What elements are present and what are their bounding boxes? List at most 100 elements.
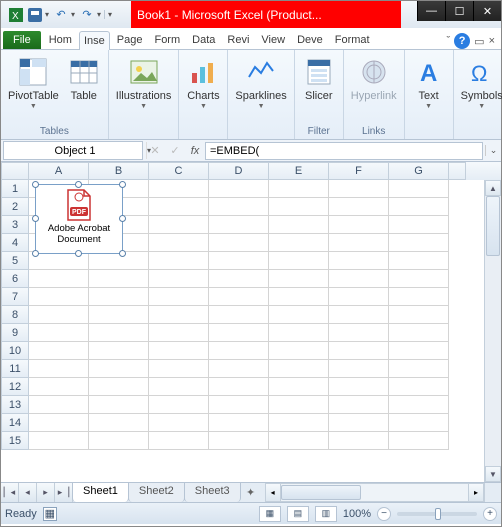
tab-page[interactable]: Page xyxy=(112,30,148,49)
cell-D7[interactable] xyxy=(209,288,269,306)
cell-D2[interactable] xyxy=(209,198,269,216)
scroll-left-icon[interactable]: ◂ xyxy=(265,483,281,502)
formula-input[interactable] xyxy=(205,142,483,160)
cell-D13[interactable] xyxy=(209,396,269,414)
minimize-button[interactable]: — xyxy=(417,1,445,21)
column-header-G[interactable]: G xyxy=(389,162,449,180)
expand-formula-bar[interactable]: ⌄ xyxy=(485,145,501,156)
row-header-8[interactable]: 8 xyxy=(1,306,29,324)
row-header-6[interactable]: 6 xyxy=(1,270,29,288)
symbols-button[interactable]: ΩSymbols▼ xyxy=(458,54,502,112)
column-header-F[interactable]: F xyxy=(329,162,389,180)
help-icon[interactable]: ? xyxy=(454,33,470,49)
column-header-E[interactable]: E xyxy=(269,162,329,180)
cell-E11[interactable] xyxy=(269,360,329,378)
cell-F15[interactable] xyxy=(329,432,389,450)
cell-E12[interactable] xyxy=(269,378,329,396)
cell-F1[interactable] xyxy=(329,180,389,198)
cell-B12[interactable] xyxy=(89,378,149,396)
cell-E7[interactable] xyxy=(269,288,329,306)
tab-format[interactable]: Format xyxy=(330,30,375,49)
cell-D4[interactable] xyxy=(209,234,269,252)
maximize-button[interactable]: ☐ xyxy=(445,1,473,21)
fx-icon[interactable]: fx xyxy=(185,145,205,157)
cell-C5[interactable] xyxy=(149,252,209,270)
cell-C12[interactable] xyxy=(149,378,209,396)
cell-E4[interactable] xyxy=(269,234,329,252)
horizontal-scrollbar[interactable]: ◂ ▸ xyxy=(265,483,484,502)
page-break-view-icon[interactable]: ▥ xyxy=(315,506,337,522)
cell-A7[interactable] xyxy=(29,288,89,306)
sheet-tab-sheet2[interactable]: Sheet2 xyxy=(128,482,185,502)
cell-C2[interactable] xyxy=(149,198,209,216)
cell-F7[interactable] xyxy=(329,288,389,306)
cell-G4[interactable] xyxy=(389,234,449,252)
cancel-formula-icon[interactable]: ✕ xyxy=(145,144,165,157)
cell-F12[interactable] xyxy=(329,378,389,396)
column-header-C[interactable]: C xyxy=(149,162,209,180)
cell-C13[interactable] xyxy=(149,396,209,414)
cell-G9[interactable] xyxy=(389,324,449,342)
cell-E5[interactable] xyxy=(269,252,329,270)
cell-D14[interactable] xyxy=(209,414,269,432)
cell-D6[interactable] xyxy=(209,270,269,288)
cell-D10[interactable] xyxy=(209,342,269,360)
undo-dd[interactable]: ▾ xyxy=(71,10,77,19)
sheet-nav-next-icon[interactable]: ▸ xyxy=(37,483,55,502)
cell-G5[interactable] xyxy=(389,252,449,270)
row-header-11[interactable]: 11 xyxy=(1,360,29,378)
cell-D12[interactable] xyxy=(209,378,269,396)
sheet-nav-first-icon[interactable]: ▏◂ xyxy=(1,483,19,502)
cell-E3[interactable] xyxy=(269,216,329,234)
row-header-14[interactable]: 14 xyxy=(1,414,29,432)
accept-formula-icon[interactable]: ✓ xyxy=(165,144,185,157)
cell-B7[interactable] xyxy=(89,288,149,306)
cell-A8[interactable] xyxy=(29,306,89,324)
column-header-B[interactable]: B xyxy=(89,162,149,180)
cell-G8[interactable] xyxy=(389,306,449,324)
undo-icon[interactable]: ↶ xyxy=(52,6,70,24)
cell-G3[interactable] xyxy=(389,216,449,234)
row-header-4[interactable]: 4 xyxy=(1,234,29,252)
cell-A9[interactable] xyxy=(29,324,89,342)
row-header-5[interactable]: 5 xyxy=(1,252,29,270)
cell-A15[interactable] xyxy=(29,432,89,450)
row-header-3[interactable]: 3 xyxy=(1,216,29,234)
sheet-tab-sheet3[interactable]: Sheet3 xyxy=(184,482,241,502)
cell-E14[interactable] xyxy=(269,414,329,432)
cell-F4[interactable] xyxy=(329,234,389,252)
cell-C9[interactable] xyxy=(149,324,209,342)
cell-C10[interactable] xyxy=(149,342,209,360)
macro-record-icon[interactable]: ▦ xyxy=(43,507,57,521)
row-header-12[interactable]: 12 xyxy=(1,378,29,396)
zoom-out-icon[interactable]: − xyxy=(377,507,391,521)
cell-F9[interactable] xyxy=(329,324,389,342)
cell-B11[interactable] xyxy=(89,360,149,378)
cell-D3[interactable] xyxy=(209,216,269,234)
cell-D15[interactable] xyxy=(209,432,269,450)
cell-A14[interactable] xyxy=(29,414,89,432)
file-tab[interactable]: File xyxy=(3,31,41,49)
cell-E15[interactable] xyxy=(269,432,329,450)
cell-G10[interactable] xyxy=(389,342,449,360)
cell-D1[interactable] xyxy=(209,180,269,198)
hscroll-thumb[interactable] xyxy=(281,485,361,500)
cell-F2[interactable] xyxy=(329,198,389,216)
text-button[interactable]: AText▼ xyxy=(409,54,449,112)
tab-revi[interactable]: Revi xyxy=(222,30,254,49)
cell-F3[interactable] xyxy=(329,216,389,234)
cell-E1[interactable] xyxy=(269,180,329,198)
name-box-input[interactable] xyxy=(4,145,146,157)
sparklines-button[interactable]: Sparklines▼ xyxy=(232,54,289,112)
cell-C3[interactable] xyxy=(149,216,209,234)
cell-F10[interactable] xyxy=(329,342,389,360)
name-box[interactable]: ▾ xyxy=(3,141,143,160)
cell-C8[interactable] xyxy=(149,306,209,324)
cell-E2[interactable] xyxy=(269,198,329,216)
cell-F5[interactable] xyxy=(329,252,389,270)
zoom-slider[interactable] xyxy=(397,512,477,516)
cell-B6[interactable] xyxy=(89,270,149,288)
zoom-in-icon[interactable]: + xyxy=(483,507,497,521)
column-header-D[interactable]: D xyxy=(209,162,269,180)
embedded-object[interactable]: PDF Adobe Acrobat Document xyxy=(35,184,123,254)
